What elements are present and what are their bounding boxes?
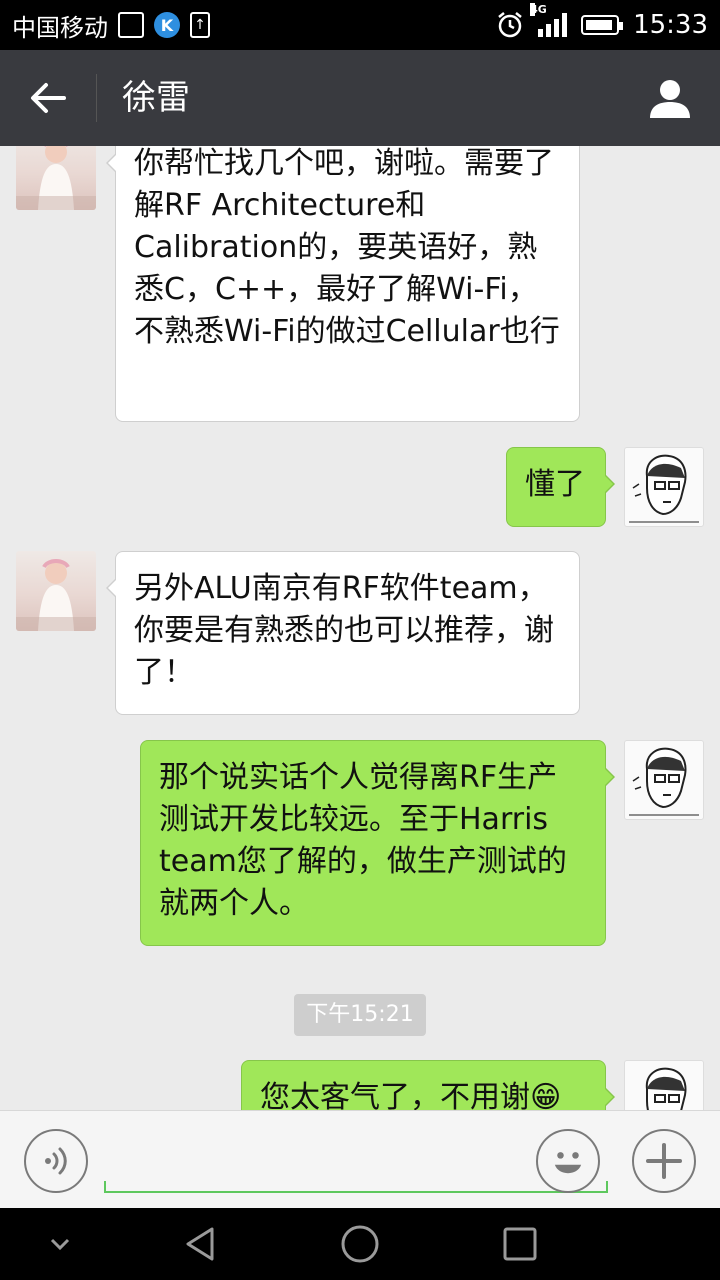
image-icon <box>118 12 144 38</box>
my-avatar[interactable] <box>624 447 704 527</box>
profile-button[interactable] <box>644 72 696 124</box>
chevron-down-icon <box>50 1238 70 1251</box>
status-right: 4G 15:33 <box>496 3 708 40</box>
nav-back-button[interactable] <box>170 1218 230 1270</box>
contact-avatar[interactable] <box>16 146 96 210</box>
chat-title: 徐雷 <box>122 78 190 118</box>
back-button[interactable] <box>20 70 76 126</box>
my-avatar[interactable] <box>624 1060 704 1110</box>
voice-icon <box>45 1147 67 1175</box>
system-nav-bar <box>0 1208 720 1280</box>
nav-recent-button[interactable] <box>490 1218 550 1270</box>
voice-button[interactable] <box>24 1129 88 1193</box>
sketch-portrait <box>629 454 699 523</box>
circle-home-icon <box>341 1225 379 1263</box>
input-bar <box>0 1110 720 1208</box>
time-divider: 下午15:21 <box>294 994 426 1036</box>
message-bubble-outgoing[interactable]: 懂了 <box>506 447 615 527</box>
baby-photo <box>16 559 96 631</box>
message-bubble-outgoing[interactable]: 您太客气了，不用谢😁 <box>241 1060 615 1110</box>
my-avatar[interactable] <box>624 740 704 820</box>
status-left: 中国移动 K ↑ <box>12 10 210 42</box>
back-arrow-icon <box>31 83 66 113</box>
more-button[interactable] <box>632 1129 696 1193</box>
header-divider <box>96 74 97 122</box>
message-text: 你帮忙找几个吧，谢啦。需要了解RF Architecture和Calibrati… <box>134 146 560 349</box>
message-list[interactable]: 你帮忙找几个吧，谢啦。需要了解RF Architecture和Calibrati… <box>0 146 720 1110</box>
carrier-label: 中国移动 <box>12 13 108 42</box>
network-type: 4G <box>530 3 547 16</box>
nav-home-button[interactable] <box>330 1218 390 1270</box>
square-recent-icon <box>503 1227 537 1261</box>
nav-hide-button[interactable] <box>30 1218 90 1270</box>
message-text: 懂了 <box>525 467 585 502</box>
message-bubble-incoming[interactable]: 你帮忙找几个吧，谢啦。需要了解RF Architecture和Calibrati… <box>106 146 580 422</box>
message-input[interactable] <box>104 1141 608 1193</box>
upload-icon: ↑ <box>190 12 210 38</box>
clock: 15:33 <box>633 10 708 40</box>
contact-avatar[interactable] <box>16 551 96 631</box>
message-text: 另外ALU南京有RF软件team，你要是有熟悉的也可以推荐，谢了！ <box>134 571 554 690</box>
baby-photo <box>16 146 96 210</box>
message-bubble-incoming[interactable]: 另外ALU南京有RF软件team，你要是有熟悉的也可以推荐，谢了！ <box>106 551 580 715</box>
emoji-icon <box>554 1152 582 1174</box>
battery-icon <box>581 15 624 35</box>
message-text: 您太客气了，不用谢😁 <box>260 1080 562 1110</box>
emoji-button[interactable] <box>536 1129 600 1193</box>
person-icon <box>650 80 690 118</box>
status-bar: 中国移动 K ↑ 4G 15:33 <box>0 0 720 50</box>
triangle-back-icon <box>186 1227 214 1261</box>
sketch-portrait <box>629 747 699 816</box>
message-bubble-outgoing[interactable]: 那个说实话个人觉得离RF生产测试开发比较远。至于Harris team您了解的，… <box>140 740 615 946</box>
message-text: 那个说实话个人觉得离RF生产测试开发比较远。至于Harris team您了解的，… <box>159 760 567 921</box>
chat-header: 徐雷 <box>0 50 720 146</box>
k-app-icon: K <box>154 12 180 38</box>
plus-icon <box>646 1143 682 1179</box>
sketch-portrait <box>645 1067 687 1110</box>
signal-icon: 4G <box>530 3 568 37</box>
alarm-icon <box>498 12 522 38</box>
